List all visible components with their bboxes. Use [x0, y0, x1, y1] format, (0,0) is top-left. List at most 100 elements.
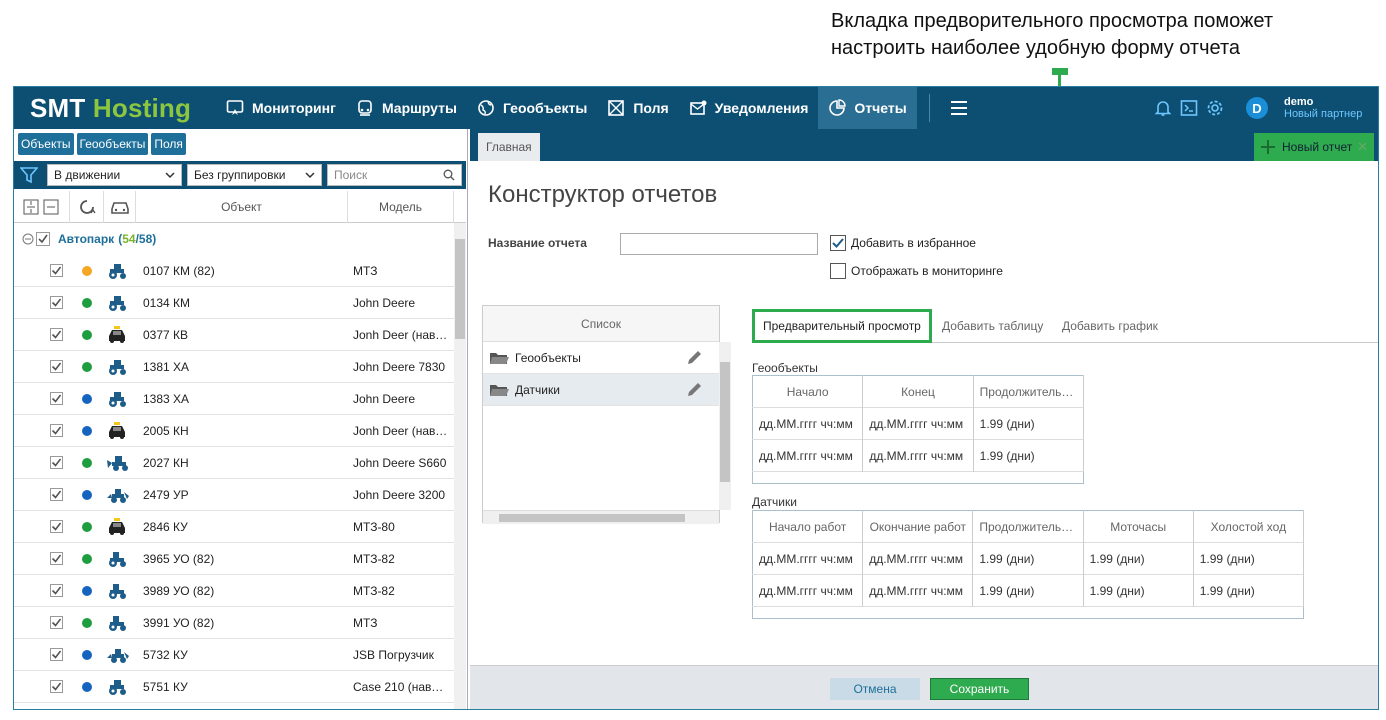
callout-text: Вкладка предворительного просмотра помож…	[831, 8, 1371, 62]
list-vertical-scrollbar[interactable]	[719, 342, 731, 510]
column-object[interactable]: Объект	[136, 191, 348, 223]
monitoring-checkbox[interactable]	[830, 263, 846, 279]
row-checkbox[interactable]	[50, 264, 63, 277]
tab-preview[interactable]: Предварительный просмотр	[752, 309, 932, 343]
motion-filter-select[interactable]: В движении	[47, 164, 182, 186]
object-model: МТЗ	[353, 616, 378, 630]
table-row[interactable]: 0377 КВ Jonh Deer (навесное)	[14, 319, 454, 351]
close-icon[interactable]: ✕	[1357, 139, 1368, 155]
brand-logo[interactable]: SMT Hosting	[30, 93, 191, 124]
row-checkbox[interactable]	[50, 680, 63, 693]
table-header-cell: Начало	[752, 375, 864, 408]
scrollbar-thumb[interactable]	[720, 362, 730, 482]
tab-geoobjects[interactable]: Геообъекты	[76, 133, 149, 155]
table-header-cell: Продолжительность	[973, 375, 1085, 408]
table-header-row: Начало Конец Продолжительность	[752, 375, 1085, 408]
objects-scrollbar[interactable]	[454, 223, 466, 709]
objects-panel: Объекты Геообъекты Поля В движении Без г…	[14, 129, 468, 709]
tab-fields[interactable]: Поля	[151, 133, 186, 155]
save-button[interactable]: Сохранить	[930, 678, 1029, 700]
row-checkbox[interactable]	[50, 520, 63, 533]
chevron-down-icon	[305, 172, 315, 179]
tab-new-report[interactable]: Новый отчет ✕	[1254, 133, 1374, 161]
row-checkbox[interactable]	[50, 360, 63, 373]
nav-notifications[interactable]: Уведомления	[679, 87, 819, 129]
row-checkbox[interactable]	[50, 488, 63, 501]
table-row[interactable]: 2027 КН John Deere S660	[14, 447, 454, 479]
filter-bar: В движении Без группировки Поиск	[14, 161, 466, 189]
column-model[interactable]: Модель	[348, 191, 454, 223]
status-dot	[82, 330, 92, 340]
row-checkbox[interactable]	[50, 648, 63, 661]
favorites-checkbox[interactable]	[830, 235, 846, 251]
table-row[interactable]: 5751 КУ Case 210 (навесное)	[14, 671, 454, 703]
row-checkbox[interactable]	[50, 584, 63, 597]
tractor-icon	[106, 390, 128, 408]
expand-collapse-header[interactable]	[14, 191, 70, 223]
row-checkbox[interactable]	[50, 456, 63, 469]
group-row[interactable]: Автопарк (54/58)	[14, 223, 454, 255]
table-row[interactable]: 3965 УО (82) МТЗ-82	[14, 543, 454, 575]
avatar[interactable]: D	[1246, 97, 1268, 119]
nav-monitoring[interactable]: Мониторинг	[216, 87, 346, 129]
table-row[interactable]: 5732 КУ JSB Погрузчик	[14, 639, 454, 671]
object-model: JSB Погрузчик	[353, 648, 434, 662]
grouping-select[interactable]: Без группировки	[187, 164, 322, 186]
user-info[interactable]: demo Новый партнер	[1284, 96, 1362, 120]
table-row[interactable]: 1381 ХА John Deere 7830	[14, 351, 454, 383]
list-horizontal-scrollbar[interactable]	[483, 510, 719, 524]
collapse-icon[interactable]	[22, 233, 34, 245]
vehicle-type-header[interactable]	[104, 191, 136, 223]
monitoring-label: Отображать в мониторинге	[851, 264, 1003, 278]
table-cell: дд.ММ.гггг чч:мм	[752, 439, 864, 472]
table-row[interactable]: 1383 ХА John Deere	[14, 383, 454, 415]
search-input[interactable]: Поиск	[327, 164, 462, 186]
menu-button[interactable]	[942, 87, 976, 129]
tab-home[interactable]: Главная	[478, 133, 540, 161]
terminal-icon[interactable]	[1180, 99, 1198, 117]
tab-add-chart[interactable]: Добавить график	[1062, 309, 1158, 343]
table-row[interactable]: 2005 КН Jonh Deer (навесное)	[14, 415, 454, 447]
edit-icon[interactable]	[685, 381, 703, 399]
favorites-label: Добавить в избранное	[851, 236, 976, 250]
object-name: 2479 УР	[143, 488, 189, 502]
row-checkbox[interactable]	[50, 296, 63, 309]
filter-icon[interactable]	[20, 166, 38, 184]
scrollbar-thumb[interactable]	[455, 239, 465, 339]
row-checkbox[interactable]	[50, 552, 63, 565]
list-item-geoobjects[interactable]: Геообъекты	[483, 342, 719, 374]
row-checkbox[interactable]	[50, 616, 63, 629]
row-checkbox[interactable]	[50, 328, 63, 341]
header-actions: D demo Новый партнер	[1154, 87, 1362, 129]
edit-icon[interactable]	[685, 349, 703, 367]
status-dot	[82, 266, 92, 276]
table-row[interactable]: 0107 КМ (82) МТЗ	[14, 255, 454, 287]
table-row[interactable]: 2846 КУ МТЗ-80	[14, 511, 454, 543]
tab-add-table[interactable]: Добавить таблицу	[942, 309, 1043, 343]
bell-icon[interactable]	[1154, 99, 1172, 117]
expand-collapse-icon	[23, 199, 58, 215]
object-name: 1381 ХА	[143, 360, 190, 374]
table-row[interactable]: 2479 УР John Deere 3200	[14, 479, 454, 511]
scrollbar-thumb[interactable]	[499, 514, 685, 522]
row-checkbox[interactable]	[50, 392, 63, 405]
list-item-sensors[interactable]: Датчики	[483, 374, 719, 406]
nav-fields[interactable]: Поля	[597, 87, 678, 129]
gear-icon[interactable]	[1206, 99, 1224, 117]
nav-geoobjects[interactable]: Геообъекты	[467, 87, 597, 129]
refresh-header[interactable]	[70, 191, 104, 223]
report-name-input[interactable]	[620, 233, 818, 255]
table-row[interactable]: 0134 КМ John Deere	[14, 287, 454, 319]
object-name: 1383 ХА	[143, 392, 190, 406]
table-row[interactable]: 3991 УО (82) МТЗ	[14, 607, 454, 639]
nav-routes[interactable]: Маршруты	[346, 87, 467, 129]
tab-objects[interactable]: Объекты	[18, 133, 74, 155]
cancel-button[interactable]: Отмена	[830, 678, 920, 700]
object-name: 5732 КУ	[143, 648, 188, 662]
nav-divider	[928, 94, 930, 122]
group-checkbox[interactable]	[36, 232, 50, 246]
table-row[interactable]: 3989 УО (82) МТЗ-82	[14, 575, 454, 607]
row-checkbox[interactable]	[50, 424, 63, 437]
table-cell: 1.99 (дни)	[1083, 574, 1194, 607]
nav-reports[interactable]: Отчеты	[818, 87, 917, 129]
